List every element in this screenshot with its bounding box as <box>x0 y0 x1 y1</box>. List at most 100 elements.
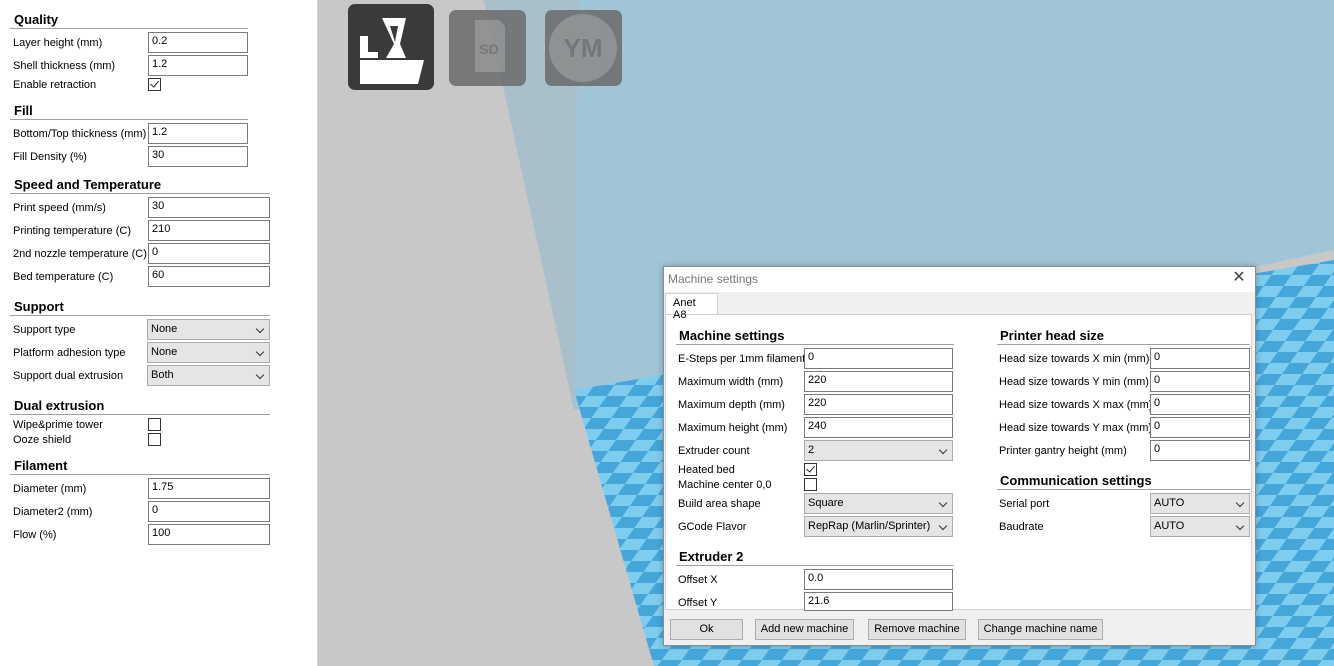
section-divider <box>10 474 270 475</box>
shell-thickness-input[interactable]: 1.2 <box>148 55 248 76</box>
sd-card-icon: SD <box>475 20 505 72</box>
add-new-machine-button[interactable]: Add new machine <box>755 619 854 640</box>
section-divider <box>676 344 954 345</box>
wipe-prime-tower-label: Wipe&prime tower <box>13 419 103 431</box>
section-divider <box>10 193 270 194</box>
dialog-footer: Ok Add new machine Remove machine Change… <box>664 612 1255 645</box>
diameter2-input[interactable]: 0 <box>148 501 270 522</box>
remove-machine-button[interactable]: Remove machine <box>868 619 966 640</box>
bed-temperature-label: Bed temperature (C) <box>13 271 114 283</box>
dialog-title: Machine settings <box>668 272 759 286</box>
section-divider <box>10 119 248 120</box>
serial-port-value: AUTO <box>1154 497 1185 509</box>
machine-settings-section-title: Machine settings <box>679 328 785 343</box>
section-speed-title: Speed and Temperature <box>14 177 162 192</box>
enable-retraction-checkbox[interactable] <box>148 78 161 91</box>
section-support-title: Support <box>14 299 64 314</box>
ok-button[interactable]: Ok <box>670 619 743 640</box>
support-dual-extrusion-label: Support dual extrusion <box>13 370 124 382</box>
section-quality-title: Quality <box>14 12 59 27</box>
heated-bed-label: Heated bed <box>678 464 735 476</box>
head-xmax-input[interactable]: 0 <box>1150 394 1250 415</box>
gcode-flavor-select[interactable]: RepRap (Marlin/Sprinter) <box>804 516 953 537</box>
bed-temperature-input[interactable]: 60 <box>148 266 270 287</box>
head-xmin-input[interactable]: 0 <box>1150 348 1250 369</box>
fill-density-input[interactable]: 30 <box>148 146 248 167</box>
extruder-count-select[interactable]: 2 <box>804 440 953 461</box>
youmagine-button[interactable]: YM <box>545 10 622 86</box>
checkmark-icon <box>150 78 159 88</box>
platform-adhesion-value: None <box>151 346 178 358</box>
heated-bed-checkbox[interactable] <box>804 463 817 476</box>
layer-height-input[interactable]: 0.2 <box>148 32 248 53</box>
offset-x-label: Offset X <box>678 574 718 586</box>
support-type-label: Support type <box>13 324 76 336</box>
nozzle2-temperature-label: 2nd nozzle temperature (C) <box>13 248 147 260</box>
build-area-shape-select[interactable]: Square <box>804 493 953 514</box>
baudrate-label: Baudrate <box>999 521 1044 533</box>
printing-temperature-label: Printing temperature (C) <box>13 225 131 237</box>
offset-y-input[interactable]: 21.6 <box>804 592 953 611</box>
tab-anet-a8[interactable]: Anet A8 <box>665 293 718 321</box>
gantry-height-input[interactable]: 0 <box>1150 440 1250 461</box>
max-depth-input[interactable]: 220 <box>804 394 953 415</box>
platform-adhesion-select[interactable]: None <box>147 342 270 363</box>
build-area-shape-label: Build area shape <box>678 498 761 510</box>
diameter-input[interactable]: 1.75 <box>148 478 270 499</box>
close-icon[interactable]: ✕ <box>1231 270 1247 286</box>
chevron-down-icon <box>938 445 948 455</box>
diameter-label: Diameter (mm) <box>13 483 87 495</box>
baudrate-select[interactable]: AUTO <box>1150 516 1250 537</box>
build-area-shape-value: Square <box>808 497 844 509</box>
chevron-down-icon <box>1235 498 1245 508</box>
bottom-top-thickness-label: Bottom/Top thickness (mm) <box>13 128 147 140</box>
head-ymin-label: Head size towards Y min (mm) <box>999 376 1149 388</box>
flow-input[interactable]: 100 <box>148 524 270 545</box>
save-sd-button[interactable]: SD <box>449 10 526 86</box>
sd-text: SD <box>479 41 498 57</box>
print-speed-input[interactable]: 30 <box>148 197 270 218</box>
bottom-top-thickness-input[interactable]: 1.2 <box>148 123 248 144</box>
support-type-select[interactable]: None <box>147 319 270 340</box>
head-ymin-input[interactable]: 0 <box>1150 371 1250 392</box>
chevron-down-icon <box>938 521 948 531</box>
support-dual-extrusion-select[interactable]: Both <box>147 365 270 386</box>
max-height-input[interactable]: 240 <box>804 417 953 438</box>
print-speed-label: Print speed (mm/s) <box>13 202 106 214</box>
serial-port-select[interactable]: AUTO <box>1150 493 1250 514</box>
printing-temperature-input[interactable]: 210 <box>148 220 270 241</box>
layer-height-label: Layer height (mm) <box>13 37 103 49</box>
gantry-height-label: Printer gantry height (mm) <box>999 445 1127 457</box>
enable-retraction-label: Enable retraction <box>13 79 97 91</box>
nozzle2-temperature-input[interactable]: 0 <box>148 243 270 264</box>
section-divider <box>10 28 248 29</box>
shell-thickness-label: Shell thickness (mm) <box>13 60 116 72</box>
offset-x-input[interactable]: 0.0 <box>804 569 953 590</box>
wipe-prime-tower-checkbox[interactable] <box>148 418 161 431</box>
printer-head-size-section-title: Printer head size <box>1000 328 1105 343</box>
load-model-button[interactable] <box>348 4 434 90</box>
support-dual-extrusion-value: Both <box>151 369 174 381</box>
change-machine-name-button[interactable]: Change machine name <box>978 619 1103 640</box>
section-divider <box>10 414 270 415</box>
support-type-value: None <box>151 323 178 335</box>
head-xmin-label: Head size towards X min (mm) <box>999 353 1150 365</box>
max-width-input[interactable]: 220 <box>804 371 953 392</box>
offset-y-label: Offset Y <box>678 597 718 609</box>
chevron-down-icon <box>255 347 265 357</box>
section-fill-title: Fill <box>14 103 33 118</box>
chevron-down-icon <box>255 370 265 380</box>
dialog-tab-area: Machine settings E-Steps per 1mm filamen… <box>664 292 1255 612</box>
ooze-shield-label: Ooze shield <box>13 434 72 446</box>
esteps-input[interactable]: 0 <box>804 348 953 369</box>
chevron-down-icon <box>938 498 948 508</box>
load-model-icon <box>360 18 424 84</box>
ooze-shield-checkbox[interactable] <box>148 433 161 446</box>
machine-center-label: Machine center 0,0 <box>678 479 772 491</box>
head-ymax-input[interactable]: 0 <box>1150 417 1250 438</box>
gcode-flavor-label: GCode Flavor <box>678 521 747 533</box>
machine-center-checkbox[interactable] <box>804 478 817 491</box>
communication-section-title: Communication settings <box>1000 473 1152 488</box>
machine-settings-dialog: Machine settings ✕ Machine settings E-St… <box>663 266 1256 646</box>
dialog-tab-page: Machine settings E-Steps per 1mm filamen… <box>665 314 1252 611</box>
